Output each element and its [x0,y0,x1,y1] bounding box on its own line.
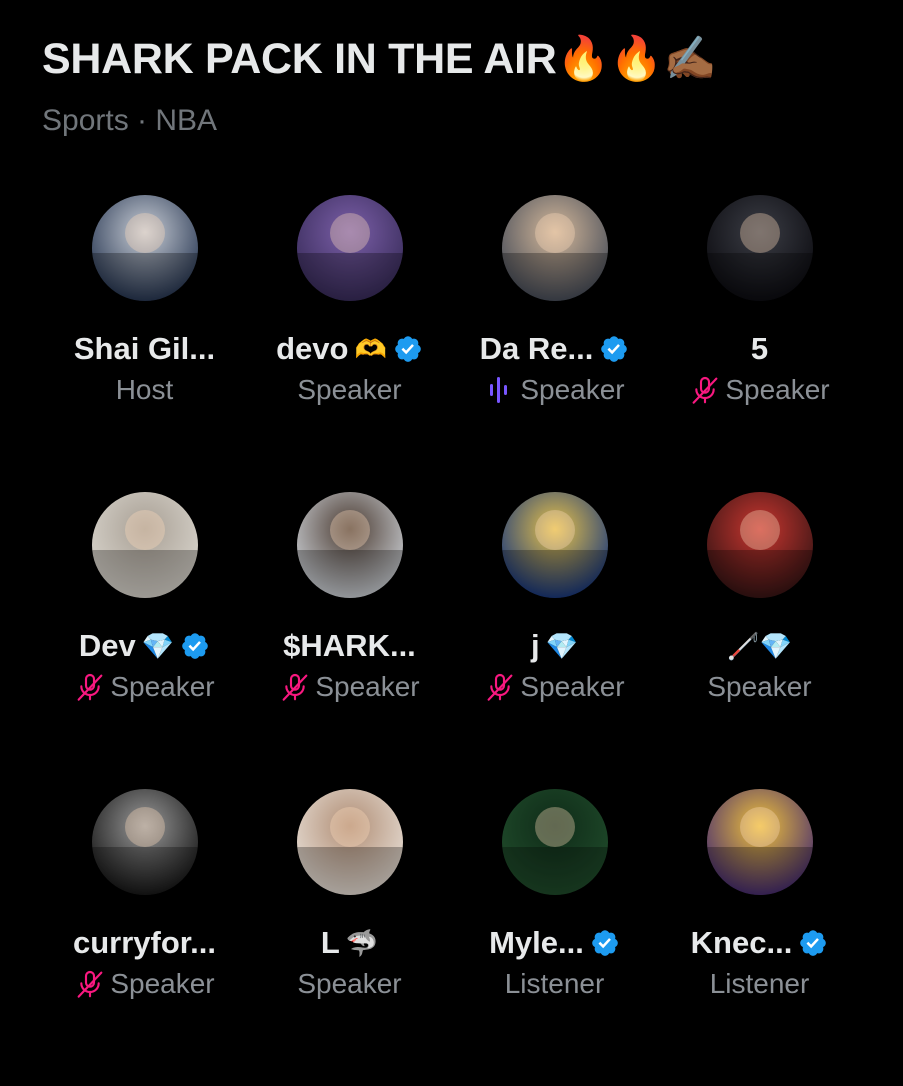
participant-name-row: Myle... [489,924,620,962]
participant-name: 5 [750,331,769,366]
muted-mic-icon [282,673,308,701]
verified-badge-icon [182,633,208,659]
participant-name: Shai Gil... [73,331,216,366]
participant-card[interactable]: devo 🫶 Speaker [247,195,452,492]
participant-name-row: Shai Gil... [74,330,215,368]
participant-avatar[interactable] [296,789,403,895]
participant-avatar[interactable] [91,195,198,301]
participant-card[interactable]: Shai Gil... Host [42,195,247,492]
participant-avatar[interactable] [296,195,403,301]
participant-avatar[interactable] [91,492,198,598]
participant-avatar[interactable] [296,492,403,598]
participant-role-row: Speaker [74,967,215,1001]
participant-name-row: devo 🫶 [276,330,423,368]
muted-mic-icon [77,673,103,701]
participant-card[interactable]: Knec... Listener [657,789,862,1086]
participant-role: Speaker [315,671,420,702]
participant-name: Knec... [690,925,793,960]
participant-emoji: 💎 [141,631,175,661]
participant-role-row: Speaker [297,373,401,407]
participant-avatar[interactable] [501,195,608,301]
participant-role: Host [115,374,174,405]
participant-role: Speaker [725,374,830,405]
participant-name: $HARK... [283,628,416,663]
verified-badge-icon [601,336,628,362]
participant-name: Myle... [489,925,584,960]
participant-role-row: Speaker [707,670,811,704]
participant-name-row: j 💎 [531,627,578,665]
participant-role-row: Speaker [484,373,625,407]
participant-name: curryfor... [73,925,216,960]
participant-emoji: 💎 [545,631,578,661]
participant-name-row: Da Re... [480,330,630,368]
participant-role: Listener [504,968,605,999]
participant-name: j [531,628,540,663]
participant-name-row: curryfor... [73,924,216,962]
participant-role-row: Listener [710,967,810,1001]
participant-role-row: Speaker [689,373,830,407]
participant-role-row: Speaker [279,670,420,704]
participant-role: Speaker [297,374,402,405]
participant-role-row: Speaker [484,670,625,704]
participant-role: Listener [709,968,810,999]
participant-avatar[interactable] [91,789,198,895]
space-title: SHARK PACK IN THE AIR🔥🔥✍🏾 [42,35,717,83]
verified-badge-icon [395,336,421,362]
participant-role-row: Listener [505,967,605,1001]
space-category: Sports · NBA [42,104,218,137]
participant-card[interactable]: Myle... Listener [452,789,657,1086]
participant-card[interactable]: L 🦈 Speaker [247,789,452,1086]
participant-name-row: 🦯💎 [727,627,792,665]
participant-role: Speaker [110,968,215,999]
participant-avatar[interactable] [706,492,813,598]
muted-mic-icon [77,970,103,998]
participant-avatar[interactable] [706,195,813,301]
muted-mic-icon [692,376,718,404]
participant-role-row: Speaker [74,670,215,704]
participant-name: Da Re... [479,331,594,366]
participant-name: devo [276,331,349,366]
muted-mic-icon [487,673,513,701]
speaking-wave-icon [490,377,508,403]
participant-avatar[interactable] [501,492,608,598]
participant-role-row: Host [116,373,174,407]
participant-role-row: Speaker [297,967,401,1001]
participant-name-row: $HARK... [283,627,416,665]
participant-role: Speaker [297,968,402,999]
participant-card[interactable]: Da Re... Speaker [452,195,657,492]
participant-card[interactable]: $HARK... Speaker [247,492,452,789]
participant-emoji: 🫶 [354,334,387,364]
participant-card[interactable]: Dev 💎 Speaker [42,492,247,789]
participant-name-row: Knec... [691,924,829,962]
participant-name: Dev [78,628,136,663]
participant-name-row: L 🦈 [321,924,378,962]
participant-role: Speaker [110,671,215,702]
verified-badge-icon [592,930,618,956]
participant-avatar[interactable] [706,789,813,895]
verified-badge-icon [800,930,827,956]
participant-avatar[interactable] [501,789,608,895]
participant-role: Speaker [520,374,625,405]
participant-name-row: Dev 💎 [79,627,210,665]
participants-grid: Shai Gil... Host devo 🫶 Speaker Da Re... Speak… [42,195,862,1086]
participant-card[interactable]: 🦯💎 Speaker [657,492,862,789]
participant-emoji: 🦈 [345,928,379,958]
participant-emoji: 🦯💎 [727,631,792,661]
participant-name: L [320,925,340,960]
participant-role: Speaker [707,671,812,702]
participant-card[interactable]: curryfor... Speaker [42,789,247,1086]
participant-card[interactable]: 5 Speaker [657,195,862,492]
participant-card[interactable]: j 💎 Speaker [452,492,657,789]
participant-role: Speaker [520,671,625,702]
participant-name-row: 5 [751,330,768,368]
